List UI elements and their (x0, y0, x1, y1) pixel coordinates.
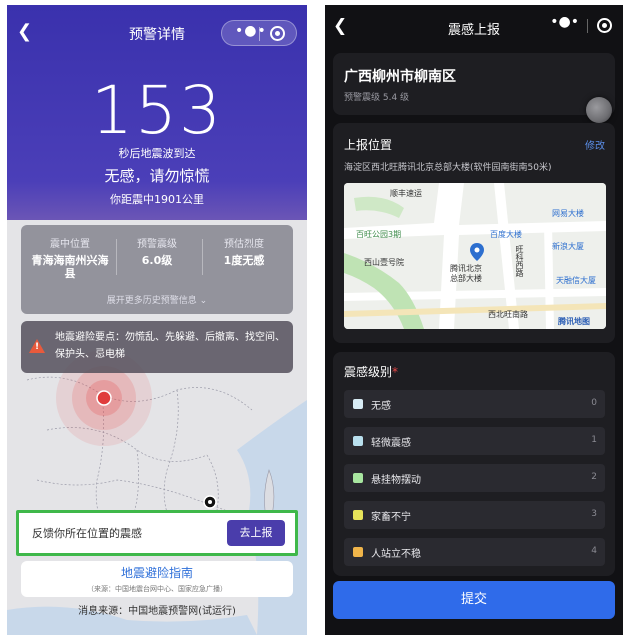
location-title: 上报位置 (344, 138, 393, 152)
countdown-seconds: 153 (91, 72, 223, 149)
feedback-bar: 反馈你所在位置的震感 去上报 (16, 510, 298, 556)
level-color-swatch (353, 547, 363, 557)
message-source: 消息来源：中国地震预警网(试运行) (78, 606, 236, 617)
map-label: 百旺公园3期 (356, 230, 402, 239)
map-label: 百度大楼 (490, 230, 522, 239)
level-option-2[interactable]: 悬挂物摆动 2 (344, 464, 605, 492)
warning-triangle-icon: ! (29, 339, 45, 353)
level-color-swatch (353, 473, 363, 483)
map-label: 总部大楼 (450, 274, 482, 283)
epicenter-marker (96, 390, 112, 406)
level-color-swatch (353, 436, 363, 446)
screenshot-root: ❮ 预警详情 •●• 153 秒后地震波到达 无感，请勿惊慌 你距震中1901公… (0, 0, 629, 640)
guide-title[interactable]: 地震避险指南 (21, 564, 293, 581)
report-button[interactable]: 去上报 (227, 520, 285, 546)
floating-assistive-button[interactable] (586, 97, 612, 123)
location-pin-icon (470, 243, 484, 261)
intensity-message: 无感，请勿惊慌 (104, 167, 210, 185)
safety-tip-text: 地震避险要点：勿慌乱、先躲避、后撤离、找空间、保护头、忌电梯 (55, 332, 285, 360)
edit-location-link[interactable]: 修改 (585, 137, 605, 152)
target-circle-icon[interactable] (597, 18, 612, 33)
location-map[interactable]: 顺丰速运 百旺公园3期 网易大楼 百度大楼 新浪大厦 西山壹号院 腾讯北京 总部… (344, 183, 606, 329)
location-card: 上报位置 修改 海淀区西北旺腾讯北京总部大楼(软件园南街南50米) 顺丰速运 百… (333, 123, 615, 343)
required-mark: * (392, 365, 399, 379)
more-dots-icon[interactable]: •●• (235, 23, 267, 39)
map-label: 天融信大厦 (556, 276, 596, 285)
mini-program-capsule: •●• (221, 20, 297, 46)
level-option-4[interactable]: 人站立不稳 4 (344, 538, 605, 566)
map-label: 网易大楼 (552, 209, 584, 218)
info-intensity: 预估烈度 1度无感 (223, 239, 265, 267)
left-nav-bar: ❮ 预警详情 •●• (7, 5, 307, 57)
info-epicenter: 震中位置 青海海南州兴海县 (31, 239, 109, 280)
report-screen: ❮ 震感上报 •●• 广西柳州市柳南区 预警震级 5.4 级 上报位置 修改 海… (325, 5, 623, 635)
region-magnitude: 预警震级 5.4 级 (344, 93, 410, 103)
intensity-level-card: 震感级别* 无感 0 轻微震感 1 悬挂物摆动 2 家畜不宁 3 人站立不稳 4 (333, 352, 615, 576)
region-title: 广西柳州市柳南区 (344, 69, 456, 85)
distance-text: 你距震中1901公里 (110, 193, 204, 206)
level-option-0[interactable]: 无感 0 (344, 390, 605, 418)
level-color-swatch (353, 510, 363, 520)
map-label: 新浪大厦 (552, 242, 584, 251)
map-label: 西北旺南路 (488, 310, 528, 319)
safety-guide-card[interactable]: 地震避险指南 （来源：中国地震台网中心、国家应急广播） (21, 561, 293, 597)
submit-button[interactable]: 提交 (333, 581, 615, 619)
warning-detail-screen: ❮ 预警详情 •●• 153 秒后地震波到达 无感，请勿惊慌 你距震中1901公… (7, 5, 307, 635)
info-magnitude: 预警震级 6.0级 (137, 239, 177, 267)
level-color-swatch (353, 399, 363, 409)
region-card: 广西柳州市柳南区 预警震级 5.4 级 (333, 53, 615, 115)
location-address: 海淀区西北旺腾讯北京总部大楼(软件园南街南50米) (344, 163, 552, 173)
level-section-title: 震感级别* (344, 365, 399, 379)
level-option-3[interactable]: 家畜不宁 3 (344, 501, 605, 529)
map-label: 西山壹号院 (364, 258, 404, 267)
more-dots-icon[interactable]: •●• (550, 14, 579, 30)
level-option-1[interactable]: 轻微震感 1 (344, 427, 605, 455)
target-circle-icon[interactable] (270, 26, 285, 41)
right-nav-bar: ❮ 震感上报 •●• (325, 5, 623, 49)
quake-info-card: 震中位置 青海海南州兴海县 预警震级 6.0级 预估烈度 1度无感 展开更多历史… (21, 225, 293, 314)
capsule-divider (259, 27, 260, 41)
map-label: 旺科西路 (515, 245, 524, 277)
feedback-prompt: 反馈你所在位置的震感 (32, 527, 142, 540)
safety-tip-card: ! 地震避险要点：勿慌乱、先躲避、后撤离、找空间、保护头、忌电梯 (21, 321, 293, 373)
map-provider-logo: 腾讯地图 (558, 317, 590, 326)
map-label: 顺丰速运 (390, 189, 422, 198)
expand-history-link[interactable]: 展开更多历史预警信息 ⌄ (21, 293, 293, 306)
capsule-divider (587, 19, 588, 33)
guide-source: （来源：中国地震台网中心、国家应急广播） (87, 585, 227, 593)
countdown-subtitle: 秒后地震波到达 (118, 147, 196, 160)
